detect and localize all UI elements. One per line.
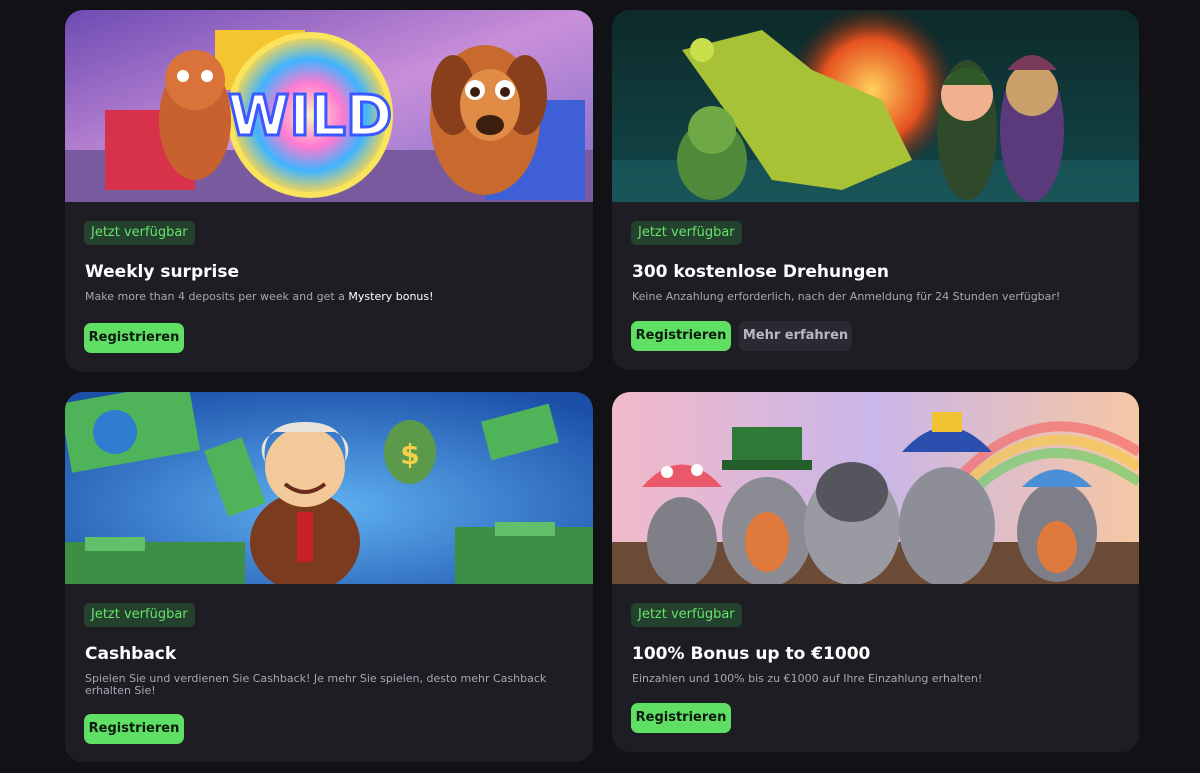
- availability-badge: Jetzt verfügbar: [631, 221, 742, 245]
- promo-card-weekly-surprise: WILD Jetzt verfügbar Weekly surprise Mak…: [65, 10, 593, 372]
- learn-more-button[interactable]: Mehr erfahren: [739, 321, 852, 351]
- promo-description: Spielen Sie und verdienen Sie Cashback! …: [85, 672, 547, 697]
- promo-banner-image: [612, 10, 1139, 202]
- promo-title: 100% Bonus up to €1000: [632, 644, 871, 664]
- availability-badge: Jetzt verfügbar: [631, 603, 742, 627]
- promo-banner-image: [612, 392, 1139, 584]
- promo-title: 300 kostenlose Drehungen: [632, 262, 890, 282]
- promo-banner-image: $: [65, 392, 593, 584]
- availability-badge: Jetzt verfügbar: [84, 603, 195, 627]
- promo-card-free-spins: Jetzt verfügbar 300 kostenlose Drehungen…: [612, 10, 1139, 370]
- promo-title: Cashback: [85, 644, 177, 664]
- promo-description: Einzahlen und 100% bis zu €1000 auf Ihre…: [632, 672, 983, 685]
- promo-description: Make more than 4 deposits per week and g…: [85, 290, 434, 303]
- availability-badge: Jetzt verfügbar: [84, 221, 195, 245]
- promo-description: Keine Anzahlung erforderlich, nach der A…: [632, 290, 1061, 303]
- svg-text:$: $: [400, 438, 419, 471]
- register-button[interactable]: Registrieren: [84, 323, 184, 353]
- register-button[interactable]: Registrieren: [631, 703, 731, 733]
- register-button[interactable]: Registrieren: [84, 714, 184, 744]
- promo-banner-image: WILD: [65, 10, 593, 202]
- promo-card-cashback: $ Jetzt verfügbar Cashback Spielen Sie u…: [65, 392, 593, 762]
- register-button[interactable]: Registrieren: [631, 321, 731, 351]
- svg-text:WILD: WILD: [228, 84, 393, 149]
- promo-description-highlight: Mystery bonus!: [348, 290, 434, 303]
- promo-card-deposit-bonus: Jetzt verfügbar 100% Bonus up to €1000 E…: [612, 392, 1139, 752]
- promo-title: Weekly surprise: [85, 262, 239, 282]
